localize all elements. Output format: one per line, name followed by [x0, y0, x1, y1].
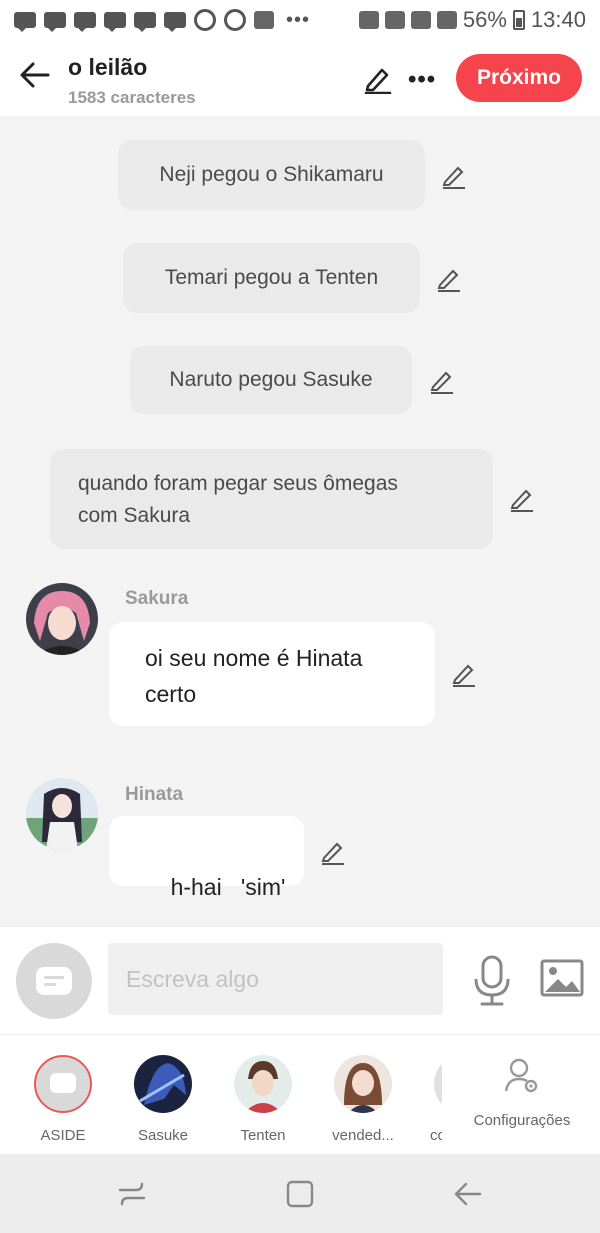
- wifi-signal-icon: [436, 11, 457, 29]
- chat-notification-icon: [164, 12, 186, 32]
- role-vendedor[interactable]: vended...: [320, 1055, 406, 1144]
- narration-bubble[interactable]: Neji pegou o Shikamaru: [118, 140, 425, 210]
- aside-toggle-button[interactable]: [16, 943, 92, 1019]
- narration-bubble[interactable]: Naruto pegou Sasuke: [130, 346, 412, 414]
- chat-notification-icon: [74, 12, 96, 32]
- message-input[interactable]: [108, 943, 443, 1015]
- message-text: oi seu nome é Hinata certo: [145, 645, 363, 707]
- role-tenten[interactable]: Tenten: [220, 1055, 306, 1144]
- vendedor-avatar: [334, 1055, 392, 1113]
- volte-icon: [410, 11, 431, 29]
- avatar-hinata[interactable]: [26, 778, 98, 850]
- chat-notification-icon: [104, 12, 126, 32]
- sakura-portrait-icon: [26, 583, 98, 655]
- edit-pencil-icon[interactable]: [428, 366, 456, 394]
- clock: 13:40: [530, 7, 586, 32]
- edit-title-icon[interactable]: [362, 62, 394, 94]
- chat-area[interactable]: Neji pegou o Shikamaru Temari pegou a Te…: [0, 116, 600, 926]
- pinterest-icon: [224, 9, 246, 31]
- role-label: ASIDE: [40, 1127, 86, 1144]
- aside-icon: [36, 967, 72, 995]
- role-aside[interactable]: ASIDE: [20, 1055, 106, 1144]
- narration-text: quando foram pegar seus ômegas com Sakur…: [78, 472, 398, 527]
- chat-notification-icon: [14, 12, 36, 32]
- back-arrow-icon[interactable]: [18, 58, 52, 92]
- whatsapp-icon: [194, 9, 216, 31]
- role-selector-bar: ASIDE Sasuke Tenten vended... cc Configu…: [0, 1034, 600, 1154]
- hinata-portrait-icon: [26, 778, 98, 850]
- more-options-icon[interactable]: •••: [408, 66, 436, 94]
- next-button[interactable]: Próximo: [456, 54, 582, 102]
- chat-notification-icon: [134, 12, 156, 32]
- avatar-sakura[interactable]: [26, 583, 98, 655]
- narration-text: Naruto pegou Sasuke: [169, 368, 373, 391]
- status-bar: ••• 56% 13:40: [0, 0, 600, 40]
- role-label: cc: [430, 1127, 442, 1144]
- settings-label: Configurações: [473, 1112, 571, 1129]
- page-title: o leilão: [68, 54, 148, 80]
- narration-bubble[interactable]: Temari pegou a Tenten: [123, 243, 420, 313]
- edit-pencil-icon[interactable]: [508, 484, 536, 512]
- edit-pencil-icon[interactable]: [435, 264, 463, 292]
- role-label: vended...: [332, 1127, 394, 1144]
- role-partial[interactable]: cc: [420, 1055, 442, 1144]
- narration-text: Neji pegou o Shikamaru: [159, 163, 384, 186]
- message-bubble[interactable]: oi seu nome é Hinata certo: [109, 622, 435, 726]
- sender-name: Sakura: [125, 588, 189, 609]
- user-settings-icon: [504, 1058, 538, 1093]
- more-notifications-icon: •••: [286, 8, 311, 31]
- narration-bubble[interactable]: quando foram pegar seus ômegas com Sakur…: [50, 449, 493, 549]
- tenten-portrait-icon: [234, 1055, 292, 1113]
- narration-text: Temari pegou a Tenten: [164, 266, 379, 289]
- back-nav-icon[interactable]: [452, 1178, 484, 1210]
- sender-name: Hinata: [125, 784, 184, 805]
- tenten-avatar: [234, 1055, 292, 1113]
- edit-pencil-icon[interactable]: [440, 161, 468, 189]
- sasuke-portrait-icon: [134, 1055, 192, 1113]
- role-label: Tenten: [240, 1127, 286, 1144]
- sasuke-avatar: [134, 1055, 192, 1113]
- microphone-icon[interactable]: [470, 955, 514, 1007]
- role-sasuke[interactable]: Sasuke: [120, 1055, 206, 1144]
- aside-avatar: [34, 1055, 92, 1113]
- character-count: 1583 caracteres: [68, 88, 196, 107]
- message-text: h-hai 'sim': [170, 874, 286, 900]
- partial-avatar: [434, 1055, 442, 1113]
- home-icon[interactable]: [284, 1178, 316, 1210]
- message-bubble[interactable]: h-hai 'sim': [109, 816, 304, 900]
- edit-pencil-icon[interactable]: [450, 659, 478, 687]
- header: o leilão 1583 caracteres ••• Próximo: [0, 40, 600, 116]
- input-bar: [0, 926, 600, 1034]
- chat-notification-icon: [44, 12, 66, 32]
- system-nav-bar: [0, 1154, 600, 1233]
- vendedor-portrait-icon: [334, 1055, 392, 1113]
- mute-icon: [358, 11, 379, 29]
- recent-apps-icon[interactable]: [116, 1178, 148, 1210]
- battery-percent: 56%: [462, 7, 507, 32]
- battery-icon: [512, 10, 525, 30]
- image-icon[interactable]: [540, 959, 584, 999]
- role-label: Sasuke: [137, 1127, 189, 1144]
- alarm-icon: [384, 11, 405, 29]
- settings-button[interactable]: Configurações: [462, 1057, 582, 1129]
- aside-icon: [50, 1073, 76, 1093]
- edit-pencil-icon[interactable]: [319, 837, 347, 865]
- notification-icons: •••: [14, 9, 310, 32]
- gallery-icon: [254, 11, 274, 29]
- system-icons: 56% 13:40: [358, 7, 586, 33]
